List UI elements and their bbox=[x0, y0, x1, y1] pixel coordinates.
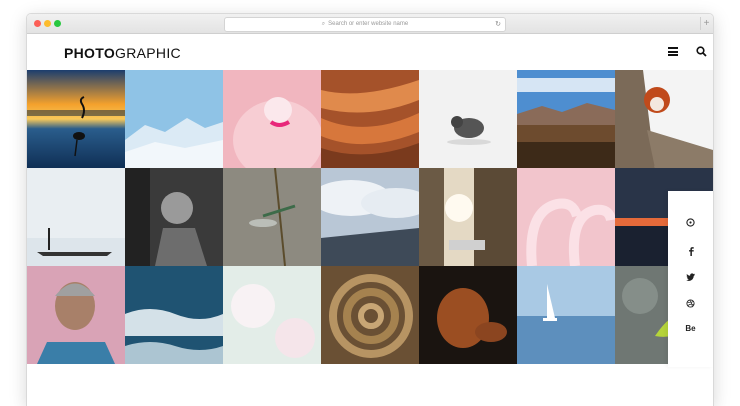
photo-sandstone-canyon[interactable] bbox=[321, 70, 419, 168]
maximize-window-button[interactable] bbox=[54, 20, 61, 27]
dribbble-icon[interactable] bbox=[686, 299, 695, 308]
photo-sunset-flamingo-silhouette[interactable] bbox=[27, 70, 125, 168]
photo-red-panda-in-tree[interactable] bbox=[615, 70, 713, 168]
photo-small-bird-on-snow[interactable] bbox=[419, 70, 517, 168]
social-sidebar: Be bbox=[668, 191, 713, 367]
logo-light-text: GRAPHIC bbox=[115, 45, 181, 61]
photo-fisherman-in-mist[interactable] bbox=[27, 168, 125, 266]
photo-snowy-mountains[interactable] bbox=[125, 70, 223, 168]
menu-icon[interactable] bbox=[668, 47, 678, 56]
photo-flamingos-necks[interactable] bbox=[517, 168, 615, 266]
facebook-icon[interactable] bbox=[687, 247, 695, 256]
photo-child-black-white[interactable] bbox=[125, 168, 223, 266]
photo-city-street-sunlight[interactable] bbox=[419, 168, 517, 266]
close-window-button[interactable] bbox=[34, 20, 41, 27]
photo-elderly-woman-portrait[interactable] bbox=[27, 266, 125, 364]
logo-bold-text: PHOTO bbox=[64, 45, 116, 61]
search-icon: ⌕ bbox=[321, 21, 326, 27]
photo-coiled-rope[interactable] bbox=[321, 266, 419, 364]
pinterest-icon[interactable] bbox=[686, 218, 695, 227]
browser-titlebar: ⌕ Search or enter website name ↻ + bbox=[27, 14, 713, 34]
photo-dragonfly-on-stem[interactable] bbox=[223, 168, 321, 266]
photo-gallery bbox=[27, 70, 713, 364]
minimize-window-button[interactable] bbox=[44, 20, 51, 27]
photo-desert-mountains[interactable] bbox=[517, 70, 615, 168]
photo-clouds-road[interactable] bbox=[321, 168, 419, 266]
new-tab-button[interactable]: + bbox=[700, 17, 712, 30]
address-placeholder: Search or enter website name bbox=[328, 21, 409, 27]
reload-icon[interactable]: ↻ bbox=[495, 18, 501, 31]
photo-dandelion-seeds[interactable] bbox=[223, 266, 321, 364]
address-bar[interactable]: ⌕ Search or enter website name ↻ bbox=[224, 17, 506, 32]
site-logo[interactable]: PHOTOGRAPHIC bbox=[64, 45, 181, 61]
search-icon[interactable] bbox=[696, 46, 707, 57]
site-header: PHOTOGRAPHIC bbox=[27, 34, 713, 70]
behance-icon[interactable]: Be bbox=[668, 324, 713, 333]
photo-ocean-waves[interactable] bbox=[125, 266, 223, 364]
photo-brown-dog[interactable] bbox=[419, 266, 517, 364]
photo-pink-flamingo-closeup[interactable] bbox=[223, 70, 321, 168]
browser-window: ⌕ Search or enter website name ↻ + PHOTOG… bbox=[27, 14, 713, 406]
photo-sailboat-on-lake[interactable] bbox=[517, 266, 615, 364]
twitter-icon[interactable] bbox=[686, 273, 695, 281]
